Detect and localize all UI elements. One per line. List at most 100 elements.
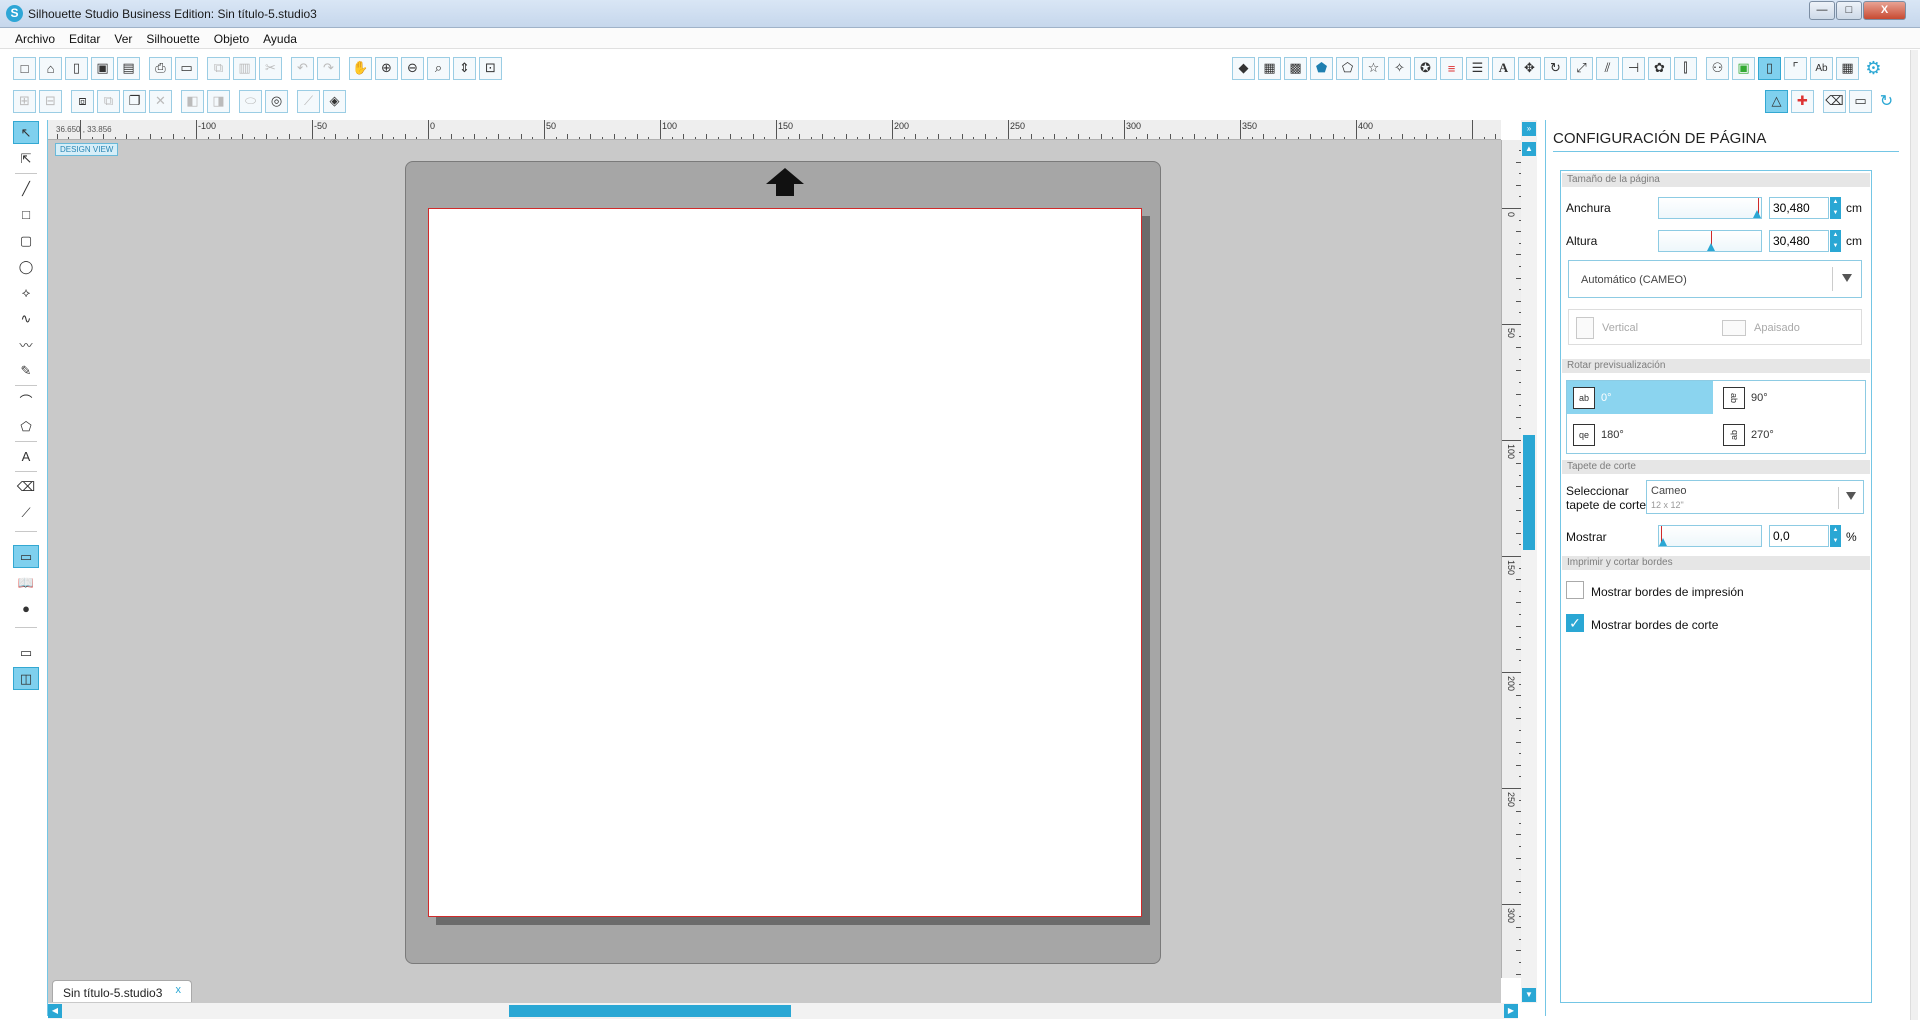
fit-to-window-icon[interactable]: ⊡ <box>479 56 502 80</box>
design-view-icon[interactable]: ▭ <box>13 545 39 568</box>
align-icon[interactable]: ⊣ <box>1622 56 1645 80</box>
rotate-270-option[interactable]: ab 270° <box>1717 418 1863 451</box>
menu-objeto[interactable]: Objeto <box>206 28 255 46</box>
rectangle-tool-icon[interactable]: □ <box>13 203 39 226</box>
knife-icon[interactable]: ⫿ <box>1674 56 1697 80</box>
cut-panel-icon[interactable]: ✚ <box>1791 89 1814 113</box>
rotate-icon[interactable]: ↻ <box>1544 56 1567 80</box>
modify-icon[interactable]: ✿ <box>1648 56 1671 80</box>
page-size-dropdown[interactable]: Automático (CAMEO) <box>1568 260 1862 298</box>
grid-icon[interactable]: ▦ <box>1836 56 1859 80</box>
print-icon[interactable]: ⎙ <box>149 56 172 80</box>
knife-tool-icon[interactable]: ⟋ <box>13 501 39 524</box>
rotate-0-option[interactable]: ab 0° <box>1567 381 1713 414</box>
offset-icon[interactable]: ◎ <box>265 89 288 113</box>
pencil-tool-icon[interactable]: ✎ <box>13 359 39 382</box>
cut-style-icon[interactable]: Ab <box>1810 56 1833 80</box>
rounded-rect-tool-icon[interactable]: ▢ <box>13 229 39 252</box>
vertical-scrollbar[interactable]: » ▲ ▼ <box>1521 120 1537 1003</box>
zoom-out-icon[interactable]: ⊖ <box>401 56 424 80</box>
group-icon[interactable]: ⊞ <box>13 89 36 113</box>
undo-icon[interactable]: ↶ <box>291 56 314 80</box>
library-icon[interactable]: ▯ <box>65 56 88 80</box>
redo-icon[interactable]: ↷ <box>317 56 340 80</box>
bring-to-front-icon[interactable]: ◧ <box>181 89 204 113</box>
ungroup-icon[interactable]: ⊟ <box>39 89 62 113</box>
scroll-collapse-icon[interactable]: » <box>1522 122 1536 136</box>
library-panel-icon[interactable]: ⚇ <box>1706 56 1729 80</box>
zoom-in-icon[interactable]: ⊕ <box>375 56 398 80</box>
replicate-icon[interactable]: ◈ <box>323 89 346 113</box>
registration-marks-icon[interactable]: ⌜ <box>1784 56 1807 80</box>
menu-ayuda[interactable]: Ayuda <box>255 28 303 46</box>
scroll-left-arrow-icon[interactable]: ◀ <box>48 1004 62 1018</box>
fill-color-icon[interactable]: ◆ <box>1232 56 1255 80</box>
orientation-portrait[interactable]: Vertical <box>1576 317 1638 339</box>
trace-icon[interactable]: ⟋ <box>297 89 320 113</box>
rotate-180-option[interactable]: qe 180° <box>1567 418 1713 451</box>
line-style-icon[interactable]: ⬠ <box>1336 56 1359 80</box>
settings-gear-icon[interactable]: ⚙ <box>1862 57 1885 80</box>
polygon-tool-icon[interactable]: ⟡ <box>13 281 39 304</box>
document-tab[interactable]: Sin título-5.studio3 x <box>52 980 192 1002</box>
horizontal-scrollbar[interactable]: ◀ ▶ <box>48 1003 1518 1019</box>
line-color-icon[interactable]: ⬟ <box>1310 56 1333 80</box>
line-tool-icon[interactable]: ╱ <box>13 177 39 200</box>
width-input[interactable] <box>1769 197 1829 219</box>
send-to-back-icon[interactable]: ◨ <box>207 89 230 113</box>
cut-mat-dropdown[interactable]: Cameo 12 x 12" <box>1646 480 1864 514</box>
design-panel-icon[interactable]: △ <box>1765 89 1788 113</box>
maximize-button[interactable]: □ <box>1836 1 1862 20</box>
edit-points-icon[interactable]: ⇱ <box>13 147 39 170</box>
menu-ver[interactable]: Ver <box>106 28 138 46</box>
vertical-scroll-thumb[interactable] <box>1523 435 1535 550</box>
library-view-icon[interactable]: 📖 <box>13 571 39 594</box>
send-to-silhouette-icon[interactable]: ▭ <box>175 56 198 80</box>
scroll-up-arrow-icon[interactable]: ▲ <box>1522 142 1536 156</box>
horizontal-scroll-thumb[interactable] <box>509 1005 791 1017</box>
paste-icon[interactable]: ▥ <box>233 56 256 80</box>
weld-icon[interactable]: ⬭ <box>239 89 262 113</box>
pan-hand-icon[interactable]: ✋ <box>349 56 372 80</box>
close-button[interactable]: X <box>1863 1 1906 20</box>
delete-icon[interactable]: ✕ <box>149 89 172 113</box>
cut-icon[interactable]: ✂ <box>259 56 282 80</box>
ellipse-tool-icon[interactable]: ◯ <box>13 255 39 278</box>
new-file-icon[interactable]: □ <box>13 56 36 80</box>
duplicate-icon[interactable]: ❐ <box>123 89 146 113</box>
effects-icon[interactable]: ✪ <box>1414 56 1437 80</box>
open-file-icon[interactable]: ⌂ <box>39 56 62 80</box>
width-spinner-icon[interactable]: ▲ ▼ <box>1830 197 1841 219</box>
scroll-down-arrow-icon[interactable]: ▼ <box>1522 988 1536 1002</box>
cut-borders-checkbox[interactable]: ✓ <box>1566 614 1584 632</box>
lines-color-icon[interactable]: ≡ <box>1440 56 1463 80</box>
menu-silhouette[interactable]: Silhouette <box>138 28 205 46</box>
single-view-icon[interactable]: ▭ <box>13 641 39 664</box>
make-compound-icon[interactable]: ⧈ <box>71 89 94 113</box>
select-tool-icon[interactable]: ↖ <box>13 121 39 144</box>
width-slider[interactable] <box>1658 197 1762 219</box>
scroll-right-arrow-icon[interactable]: ▶ <box>1504 1004 1518 1018</box>
menu-editar[interactable]: Editar <box>61 28 106 46</box>
save-library-icon[interactable]: ▤ <box>117 56 140 80</box>
height-slider[interactable] <box>1658 230 1762 252</box>
page-setup-icon[interactable]: ▯ <box>1758 56 1781 80</box>
print-borders-checkbox[interactable] <box>1566 581 1584 599</box>
copy-icon[interactable]: ⧉ <box>207 56 230 80</box>
regular-polygon-tool-icon[interactable]: ⬠ <box>13 415 39 438</box>
refresh-icon[interactable]: ↻ <box>1875 90 1898 113</box>
rotate-90-option[interactable]: ab 90° <box>1717 381 1863 414</box>
release-compound-icon[interactable]: ⧉ <box>97 89 120 113</box>
transform-icon[interactable]: ✥ <box>1518 56 1541 80</box>
sketch-icon[interactable]: ✧ <box>1388 56 1411 80</box>
design-page[interactable] <box>428 208 1142 917</box>
text-tool-icon[interactable]: A <box>13 445 39 468</box>
freehand-tool-icon[interactable]: 〰 <box>13 333 39 356</box>
fill-pattern-icon[interactable]: ▩ <box>1284 56 1307 80</box>
text-style-icon[interactable]: A <box>1492 56 1515 80</box>
send-panel-icon[interactable]: ▭ <box>1849 89 1872 113</box>
orientation-landscape[interactable]: Apaisado <box>1722 320 1800 336</box>
split-view-icon[interactable]: ◫ <box>13 667 39 690</box>
shadow-icon[interactable]: ☆ <box>1362 56 1385 80</box>
height-spinner-icon[interactable]: ▲ ▼ <box>1830 230 1841 252</box>
